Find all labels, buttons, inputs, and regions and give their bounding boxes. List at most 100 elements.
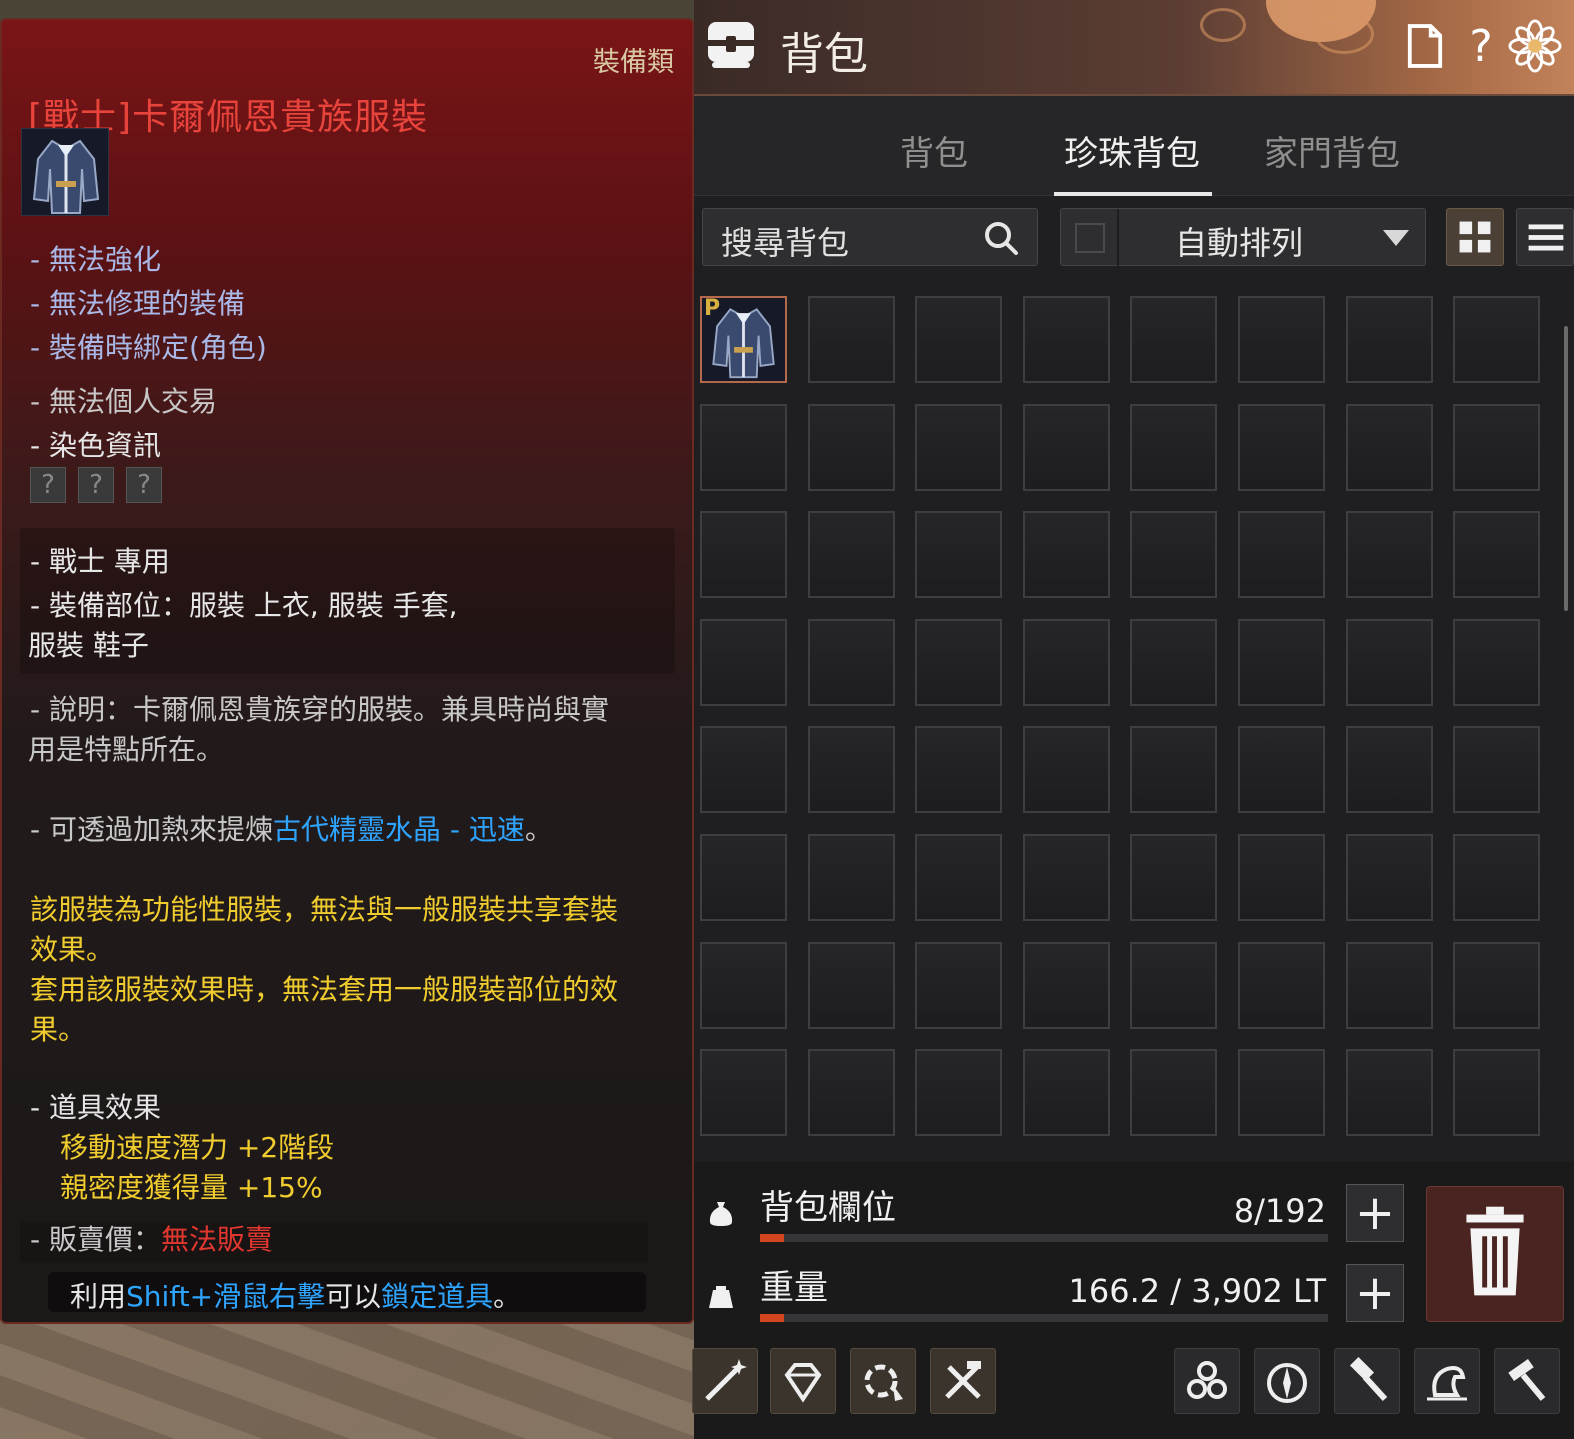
inventory-slot[interactable] bbox=[1345, 1049, 1433, 1137]
pearl-badge: P bbox=[704, 296, 721, 321]
enhance-icon[interactable] bbox=[692, 1348, 758, 1414]
grid-view-button[interactable] bbox=[1446, 208, 1504, 266]
inventory-slot[interactable] bbox=[700, 941, 787, 1029]
inventory-slot[interactable] bbox=[807, 511, 895, 599]
inventory-slot[interactable] bbox=[915, 403, 1003, 491]
inventory-slot[interactable] bbox=[1345, 941, 1433, 1029]
inventory-slot[interactable] bbox=[1345, 403, 1433, 491]
inventory-slot[interactable] bbox=[1130, 403, 1218, 491]
inventory-slot[interactable] bbox=[915, 941, 1003, 1029]
inventory-slot[interactable] bbox=[1130, 833, 1218, 921]
inventory-slot-outfit[interactable]: P bbox=[700, 296, 787, 383]
build-hammer-icon[interactable] bbox=[1494, 1348, 1560, 1414]
inventory-slot[interactable] bbox=[915, 296, 1003, 383]
list-view-button[interactable] bbox=[1516, 208, 1574, 266]
inventory-title: 背包 bbox=[780, 29, 868, 80]
inventory-slot[interactable] bbox=[1453, 296, 1541, 383]
inventory-slot[interactable] bbox=[807, 1049, 895, 1137]
inventory-slot[interactable] bbox=[807, 726, 895, 814]
tab-inventory[interactable]: 背包 bbox=[900, 126, 968, 175]
inventory-slot[interactable] bbox=[915, 618, 1003, 706]
compass-icon[interactable] bbox=[1254, 1348, 1320, 1414]
inventory-slot[interactable] bbox=[1130, 726, 1218, 814]
inventory-slot[interactable] bbox=[1022, 833, 1110, 921]
inventory-slot[interactable] bbox=[1345, 618, 1433, 706]
inventory-slot[interactable] bbox=[1022, 618, 1110, 706]
inventory-slot[interactable] bbox=[1022, 403, 1110, 491]
hammer-icon[interactable] bbox=[1334, 1348, 1400, 1414]
help-icon[interactable]: ? bbox=[1458, 20, 1504, 72]
inventory-slot[interactable] bbox=[1237, 833, 1325, 921]
inventory-slot[interactable] bbox=[915, 833, 1003, 921]
inventory-slot[interactable] bbox=[700, 511, 787, 599]
gem-icon[interactable] bbox=[770, 1348, 836, 1414]
inventory-slot[interactable] bbox=[1130, 618, 1218, 706]
inventory-slot[interactable] bbox=[807, 618, 895, 706]
inventory-slot[interactable] bbox=[1345, 511, 1433, 599]
swirl-icon[interactable] bbox=[1174, 1348, 1240, 1414]
sort-checkbox[interactable] bbox=[1075, 223, 1105, 253]
refine-item-link[interactable]: 古代精靈水晶 - 迅速 bbox=[273, 813, 525, 846]
document-icon[interactable] bbox=[1402, 20, 1448, 72]
class-restriction: - 戰士 專用 bbox=[30, 545, 170, 578]
inventory-slot[interactable] bbox=[1237, 511, 1325, 599]
inventory-slot[interactable] bbox=[1453, 618, 1541, 706]
settings-flower-icon[interactable] bbox=[1506, 19, 1564, 73]
inventory-slot[interactable] bbox=[915, 726, 1003, 814]
inventory-slot[interactable] bbox=[1022, 296, 1110, 383]
inventory-slot[interactable] bbox=[1345, 726, 1433, 814]
inventory-slot[interactable] bbox=[915, 1049, 1003, 1137]
extract-icon[interactable] bbox=[850, 1348, 916, 1414]
inventory-slot[interactable] bbox=[915, 511, 1003, 599]
trash-button[interactable] bbox=[1426, 1186, 1564, 1322]
inventory-slot[interactable] bbox=[700, 403, 787, 491]
inventory-slot[interactable] bbox=[807, 296, 895, 383]
inventory-slot[interactable] bbox=[1453, 1049, 1541, 1137]
grid-scrollbar[interactable] bbox=[1564, 326, 1568, 611]
inventory-slot[interactable] bbox=[1345, 296, 1433, 383]
repair-icon[interactable] bbox=[930, 1348, 996, 1414]
inventory-slot[interactable] bbox=[1237, 403, 1325, 491]
inventory-slot[interactable] bbox=[1237, 618, 1325, 706]
inventory-slot[interactable] bbox=[1453, 511, 1541, 599]
inventory-slot[interactable] bbox=[807, 403, 895, 491]
inventory-slot[interactable] bbox=[1237, 296, 1325, 383]
inventory-slot[interactable] bbox=[807, 833, 895, 921]
outfit-note: 果。 bbox=[30, 1013, 87, 1046]
inventory-slot[interactable] bbox=[1237, 726, 1325, 814]
tab-pearl-inventory[interactable]: 珍珠背包 bbox=[1064, 126, 1200, 175]
inventory-slot[interactable] bbox=[1130, 1049, 1218, 1137]
dragon-icon[interactable] bbox=[1414, 1348, 1480, 1414]
item-outfit-icon bbox=[21, 128, 109, 216]
tab-family-inventory[interactable]: 家門背包 bbox=[1264, 126, 1400, 175]
inventory-slot[interactable] bbox=[1237, 1049, 1325, 1137]
bag-icon bbox=[706, 18, 756, 70]
inventory-slot[interactable] bbox=[1237, 941, 1325, 1029]
weight-icon bbox=[709, 1286, 733, 1308]
inventory-slot[interactable] bbox=[1345, 833, 1433, 921]
inventory-slot[interactable] bbox=[1453, 941, 1541, 1029]
inventory-slot[interactable] bbox=[1022, 1049, 1110, 1137]
inventory-slot[interactable] bbox=[1022, 726, 1110, 814]
inventory-slot[interactable] bbox=[700, 1049, 787, 1137]
inventory-slot[interactable] bbox=[1022, 941, 1110, 1029]
inventory-header[interactable]: 背包 ? bbox=[694, 0, 1574, 96]
inventory-slot[interactable] bbox=[1130, 941, 1218, 1029]
inventory-slot[interactable] bbox=[1453, 833, 1541, 921]
expand-slots-button[interactable]: + bbox=[1346, 1184, 1404, 1242]
inventory-slot[interactable] bbox=[1453, 726, 1541, 814]
search-icon[interactable] bbox=[983, 220, 1019, 256]
inventory-slot[interactable] bbox=[1022, 511, 1110, 599]
sort-dropdown[interactable]: 自動排列 bbox=[1060, 208, 1426, 267]
inventory-slot[interactable] bbox=[700, 618, 787, 706]
inventory-slot[interactable] bbox=[1453, 403, 1541, 491]
inventory-slot[interactable] bbox=[1130, 511, 1218, 599]
search-input[interactable]: 搜尋背包 bbox=[702, 208, 1038, 266]
inventory-slot[interactable] bbox=[807, 941, 895, 1029]
inventory-slot[interactable] bbox=[700, 726, 787, 814]
inventory-slot[interactable] bbox=[700, 833, 787, 921]
inventory-slot[interactable] bbox=[1130, 296, 1218, 383]
expand-weight-button[interactable]: + bbox=[1346, 1264, 1404, 1322]
sort-label: 自動排列 bbox=[1175, 224, 1304, 262]
chevron-down-icon[interactable] bbox=[1383, 230, 1409, 246]
